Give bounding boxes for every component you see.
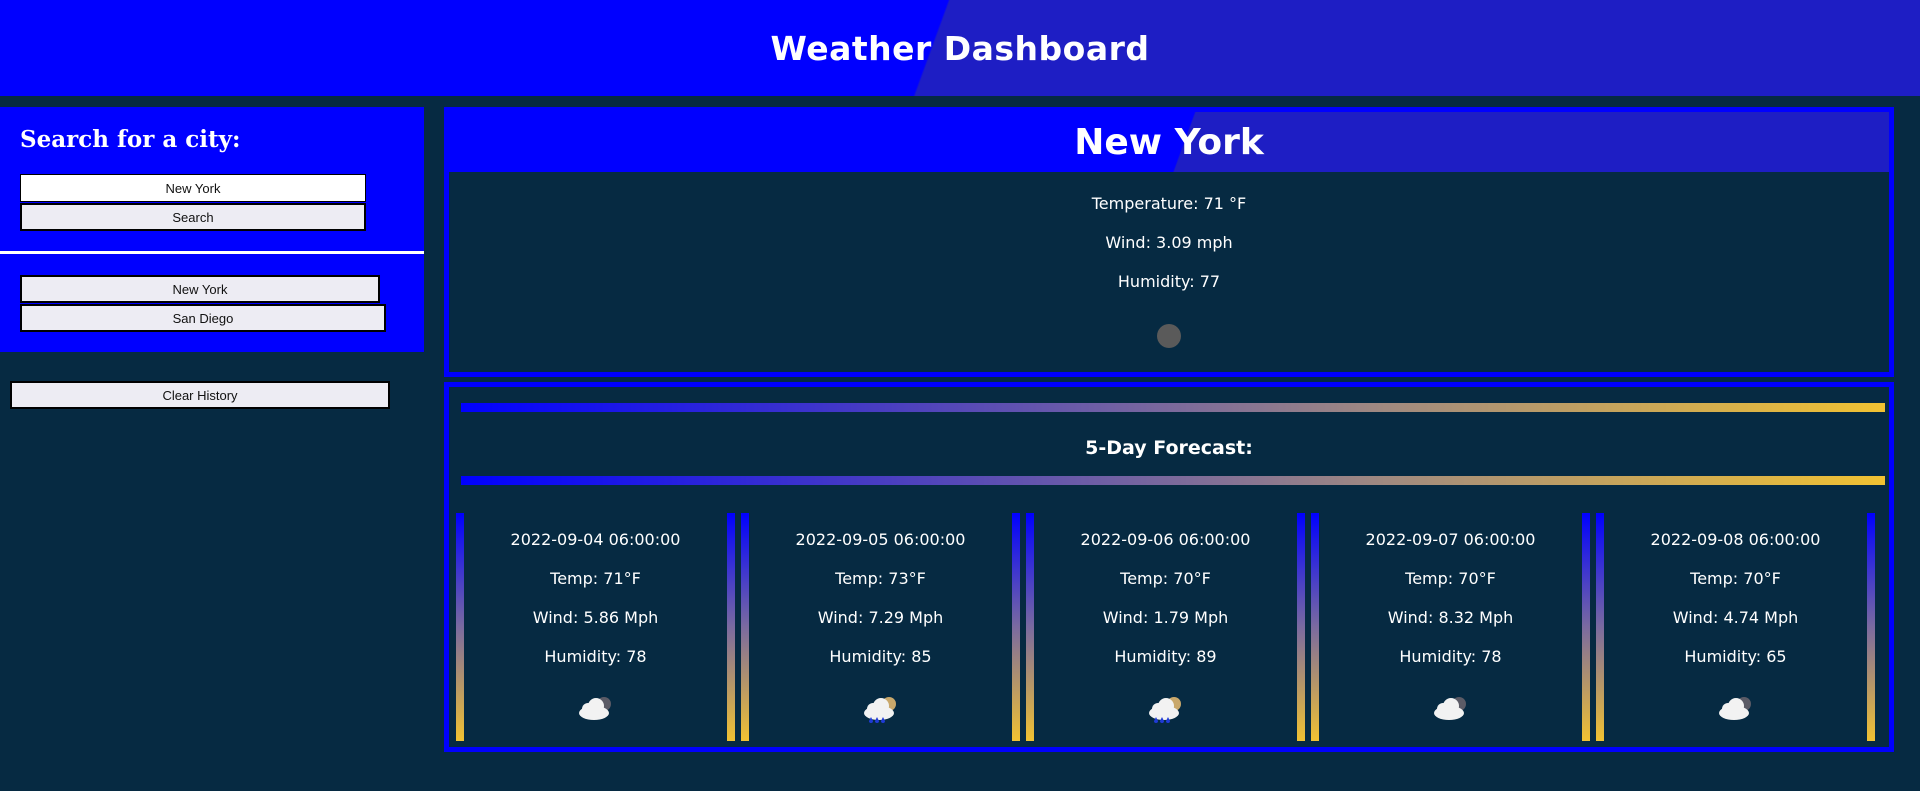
forecast-divider-right [1012, 513, 1020, 741]
forecast-temp: Temp: 73°F [835, 569, 926, 588]
forecast-wind: Wind: 4.74 Mph [1672, 608, 1799, 627]
forecast-divider-left [741, 513, 749, 741]
forecast-temp: Temp: 71°F [550, 569, 641, 588]
search-divider [0, 251, 424, 254]
current-humidity: Humidity: 77 [1117, 272, 1221, 291]
page-header: Weather Dashboard [0, 0, 1920, 96]
forecast-divider-left [1026, 513, 1034, 741]
search-heading: Search for a city: [20, 126, 241, 153]
forecast-humidity: Humidity: 65 [1684, 647, 1787, 666]
forecast-date: 2022-09-08 06:00:00 [1650, 530, 1821, 549]
current-temperature: Temperature: 71 °F [1091, 194, 1247, 213]
forecast-humidity: Humidity: 85 [829, 647, 932, 666]
forecast-divider-left [456, 513, 464, 741]
forecast-title: 5-Day Forecast: [1085, 437, 1253, 459]
forecast-wind: Wind: 8.32 Mph [1387, 608, 1514, 627]
forecast-date: 2022-09-04 06:00:00 [510, 530, 681, 549]
forecast-temp: Temp: 70°F [1690, 569, 1781, 588]
forecast-divider-right [727, 513, 735, 741]
forecast-section: 5-Day Forecast: 2022-09-04 06:00:00 Temp:… [444, 382, 1894, 752]
cloudy-icon [1718, 697, 1751, 720]
forecast-divider-right [1867, 513, 1875, 741]
forecast-temp: Temp: 70°F [1405, 569, 1496, 588]
history-item-san-diego[interactable]: San Diego [20, 304, 386, 332]
forecast-wind: Wind: 7.29 Mph [817, 608, 944, 627]
forecast-date: 2022-09-05 06:00:00 [795, 530, 966, 549]
forecast-humidity: Humidity: 78 [1399, 647, 1502, 666]
forecast-date: 2022-09-07 06:00:00 [1365, 530, 1536, 549]
forecast-divider-right [1297, 513, 1305, 741]
forecast-divider-right [1582, 513, 1590, 741]
forecast-date: 2022-09-06 06:00:00 [1080, 530, 1251, 549]
forecast-humidity: Humidity: 89 [1114, 647, 1217, 666]
current-city-header: New York [449, 112, 1889, 172]
search-input[interactable] [20, 174, 366, 202]
forecast-day-card: 2022-09-07 06:00:00 Temp: 70°F Wind: 8.32 … [1319, 513, 1582, 741]
history-item-new-york[interactable]: New York [20, 275, 380, 303]
current-city-name: New York [1074, 121, 1264, 163]
forecast-day-card: 2022-09-06 06:00:00 Temp: 70°F Wind: 1.79 … [1034, 513, 1297, 741]
forecast-temp: Temp: 70°F [1120, 569, 1211, 588]
search-button[interactable]: Search [20, 203, 366, 231]
forecast-day-card: 2022-09-05 06:00:00 Temp: 73°F Wind: 7.29 … [749, 513, 1012, 741]
broken-image-icon [1157, 324, 1181, 348]
forecast-divider-left [1596, 513, 1604, 741]
forecast-divider-left [1311, 513, 1319, 741]
forecast-top-bar [461, 403, 1885, 412]
current-wind: Wind: 3.09 mph [1105, 233, 1233, 252]
forecast-day-card: 2022-09-08 06:00:00 Temp: 70°F Wind: 4.74 … [1604, 513, 1867, 741]
cloudy-icon [1433, 697, 1466, 720]
rain-cloud-icon [863, 697, 896, 723]
cloudy-icon [578, 697, 611, 720]
forecast-day-card: 2022-09-04 06:00:00 Temp: 71°F Wind: 5.86 … [464, 513, 727, 741]
current-weather-card: New York Temperature: 71 °F Wind: 3.09 m… [444, 107, 1894, 377]
forecast-wind: Wind: 1.79 Mph [1102, 608, 1229, 627]
forecast-wind: Wind: 5.86 Mph [532, 608, 659, 627]
page-title: Weather Dashboard [770, 28, 1150, 68]
rain-cloud-icon [1148, 697, 1181, 723]
clear-history-button[interactable]: Clear History [10, 381, 390, 409]
forecast-bottom-bar [461, 476, 1885, 485]
forecast-humidity: Humidity: 78 [544, 647, 647, 666]
